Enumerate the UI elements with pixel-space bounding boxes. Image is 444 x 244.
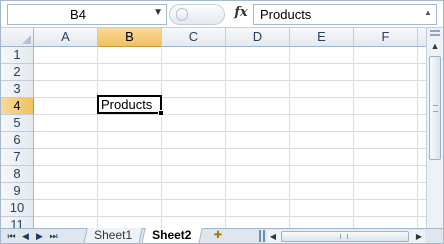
sheet-tab-bar: ⏮ ◀ ▶ ⏭ Sheet1 Sheet2 ✚ ◀ ▶	[1, 228, 443, 244]
fill-handle[interactable]	[158, 110, 164, 116]
scroll-right-icon[interactable]: ▶	[413, 230, 425, 243]
row-header-4[interactable]: 4	[1, 98, 34, 115]
tab-sheet2[interactable]: Sheet2	[141, 228, 203, 244]
column-header-partial[interactable]	[418, 28, 426, 47]
column-header-a[interactable]: A	[34, 28, 98, 47]
column-header-b[interactable]: B	[98, 28, 162, 47]
worksheet-grid[interactable]: A B C D E F 1 2 3 4 5 6 7 8 9 10 11	[1, 28, 426, 228]
row-header-8[interactable]: 8	[1, 166, 34, 183]
row-header-6[interactable]: 6	[1, 132, 34, 149]
resize-knob-icon[interactable]	[176, 8, 188, 21]
row-header-10[interactable]: 10	[1, 200, 34, 217]
formula-input[interactable]: Products ▲	[253, 4, 437, 25]
horizontal-scrollbar[interactable]: ◀ ▶	[267, 230, 425, 243]
formula-bar: B4 ▼ fx Products ▲	[1, 1, 443, 28]
tab-sheet1-label: Sheet1	[94, 228, 133, 242]
cell-area[interactable]	[34, 47, 426, 228]
active-cell-value: Products	[101, 97, 153, 112]
insert-sheet-icon[interactable]: ✚	[207, 229, 229, 243]
previous-sheet-icon[interactable]: ◀	[19, 230, 32, 242]
row-header-9[interactable]: 9	[1, 183, 34, 200]
column-header-e[interactable]: E	[290, 28, 354, 47]
first-sheet-icon[interactable]: ⏮	[5, 230, 18, 242]
grip-icon	[340, 234, 348, 239]
name-box-value: B4	[70, 7, 86, 22]
next-sheet-icon[interactable]: ▶	[33, 230, 46, 242]
row-header-2[interactable]: 2	[1, 64, 34, 81]
scroll-left-icon[interactable]: ◀	[267, 230, 279, 243]
formula-bar-resize-handle[interactable]	[169, 4, 225, 25]
tab-sheet2-label: Sheet2	[152, 228, 192, 242]
insert-function-icon[interactable]: fx	[231, 5, 251, 25]
tab-split-handle[interactable]	[259, 230, 265, 242]
column-header-d[interactable]: D	[226, 28, 290, 47]
row-header-11[interactable]: 11	[1, 217, 34, 228]
name-box[interactable]: B4 ▼	[7, 4, 167, 25]
active-cell[interactable]: Products	[97, 95, 162, 114]
scroll-up-icon[interactable]: ▲	[427, 38, 443, 54]
row-header-5[interactable]: 5	[1, 115, 34, 132]
last-sheet-icon[interactable]: ⏭	[47, 230, 60, 242]
horizontal-scroll-thumb[interactable]	[281, 231, 409, 242]
formula-value: Products	[260, 7, 312, 22]
tab-sheet1[interactable]: Sheet1	[83, 228, 143, 244]
select-all-icon	[22, 35, 31, 44]
select-all-button[interactable]	[1, 28, 34, 47]
row-header-1[interactable]: 1	[1, 47, 34, 64]
expand-formula-bar-icon[interactable]: ▲	[424, 8, 434, 18]
grip-icon	[433, 105, 438, 112]
row-header-7[interactable]: 7	[1, 149, 34, 166]
vertical-split-icon[interactable]	[430, 30, 440, 36]
column-header-c[interactable]: C	[162, 28, 226, 47]
column-header-f[interactable]: F	[354, 28, 418, 47]
spreadsheet-window: B4 ▼ fx Products ▲ A B C D E F 1 2 3 4 5…	[0, 0, 444, 244]
vertical-scrollbar[interactable]: ▲	[426, 28, 443, 228]
row-header-3[interactable]: 3	[1, 81, 34, 98]
chevron-down-icon[interactable]: ▼	[153, 7, 163, 18]
vertical-scroll-thumb[interactable]	[429, 56, 441, 160]
